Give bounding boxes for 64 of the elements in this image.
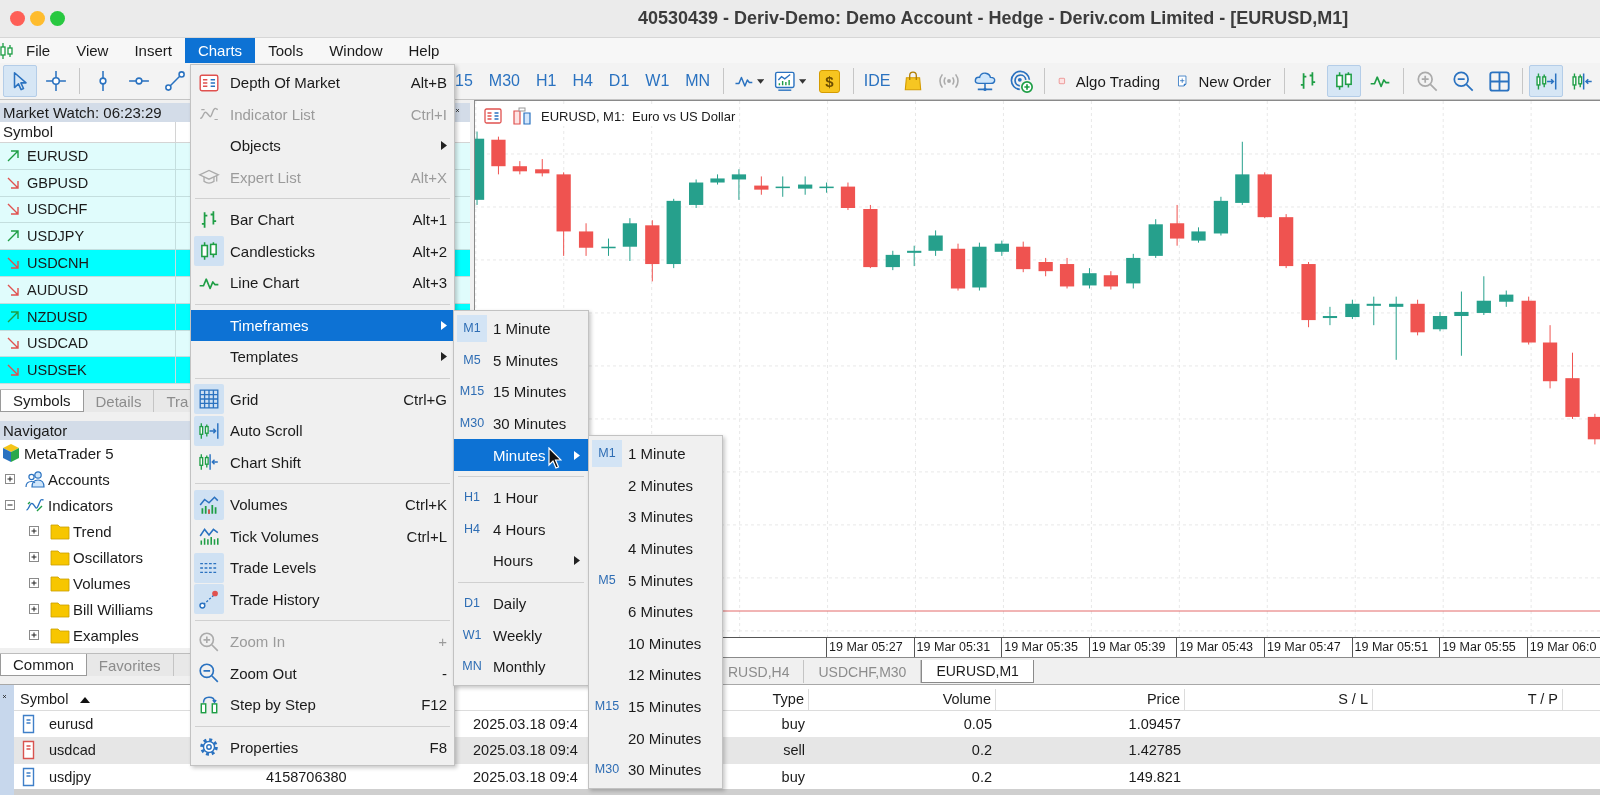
table-cell-text: 0.05 [963,715,993,734]
table-cell-text: 149.821 [1128,767,1182,787]
table-cell-text: 2025.03.18 09:4 [473,741,578,761]
symbol-label: EURUSD [27,147,89,164]
table-cell-text: buy [781,767,806,787]
shortcut-label: Alt+X [410,168,447,186]
panel-title: Navigator [3,422,68,440]
timeframe-code: M5 [597,571,617,589]
table-cell-text: 0.2 [971,741,993,761]
shortcut-label: F8 [429,738,447,756]
chart-title: EURUSD, M1: Euro vs US Dollar [541,108,736,124]
shortcut-label: Alt+3 [412,274,447,292]
shortcut-label: - [442,664,447,682]
symbol-label: USDCAD [27,335,89,352]
symbol-label: AUDUSD [27,281,89,298]
timeframe-code: D1 [463,595,481,613]
timeframe-code: H1 [463,489,481,507]
symbol-label: NZDUSD [27,308,88,325]
timeframe-code: M15 [458,383,486,401]
axis-label: 19 Mar 06:0 [1526,638,1600,657]
timeframe-code: M1 [457,315,487,343]
timeframe-code: M15 [593,698,621,716]
timeframe-code: H4 [463,520,481,538]
timeframe-code: W1 [461,626,483,644]
shortcut-label: Ctrl+K [404,496,447,514]
shortcut-label: Ctrl+I [410,105,447,123]
symbol-label: USDCHF [27,201,88,218]
table-cell-text: 1.09457 [1128,715,1182,734]
symbol-label: USDJPY [27,228,85,245]
table-cell-text: 1.42785 [1128,741,1182,761]
timeframe-code: M30 [593,761,621,779]
table-cell-text: buy [781,715,806,734]
axis-label: 19 Mar 05:35 [1001,638,1089,657]
panel-title: Market Watch: 06:23:29 [3,104,162,121]
table-cell-text: sell [783,741,806,761]
axis-label: 19 Mar 05:39 [1088,638,1177,657]
timeframe-code: M5 [462,351,482,369]
table-cell-text: 2025.03.18 09:4 [473,767,578,787]
table-cell-text: 2025.03.18 09:4 [473,715,578,734]
shortcut-label: Ctrl+G [403,390,447,408]
shortcut-label: Ctrl+L [406,527,447,545]
symbol-label: USDSEK [27,362,87,379]
timeframe-code: M30 [458,415,486,433]
table-cell-text: usdjpy [49,767,92,787]
shortcut-label: F12 [421,696,447,714]
axis-label: 19 Mar 05:31 [913,638,1002,657]
shortcut-label: + [438,633,447,651]
axis-label: 19 Mar 05:55 [1439,638,1527,657]
shortcut-label: Alt+B [410,74,447,92]
table-cell-text: 0.2 [971,767,993,787]
timeframe-code: M1 [592,440,622,468]
table-cell-text: 4158706380 [265,767,348,787]
shortcut-label: Alt+1 [412,211,447,229]
table-cell-text: eurusd [49,715,95,735]
window-title: 40530439 - Deriv-Demo: Demo Account - Hedge - Deriv.com Limited - [EURUSD,M1] [638,8,1349,29]
symbol-label: USDCNH [27,255,90,272]
axis-label: 19 Mar 05:47 [1263,638,1352,657]
axis-label: 19 Mar 05:43 [1176,638,1264,657]
timeframe-code: MN [461,658,483,676]
symbol-label: GBPUSD [27,174,89,191]
table-cell-text: usdcad [49,741,97,761]
axis-label: 19 Mar 05:27 [826,638,914,657]
axis-label: 19 Mar 05:51 [1351,638,1440,657]
shortcut-label: Alt+2 [412,242,447,260]
